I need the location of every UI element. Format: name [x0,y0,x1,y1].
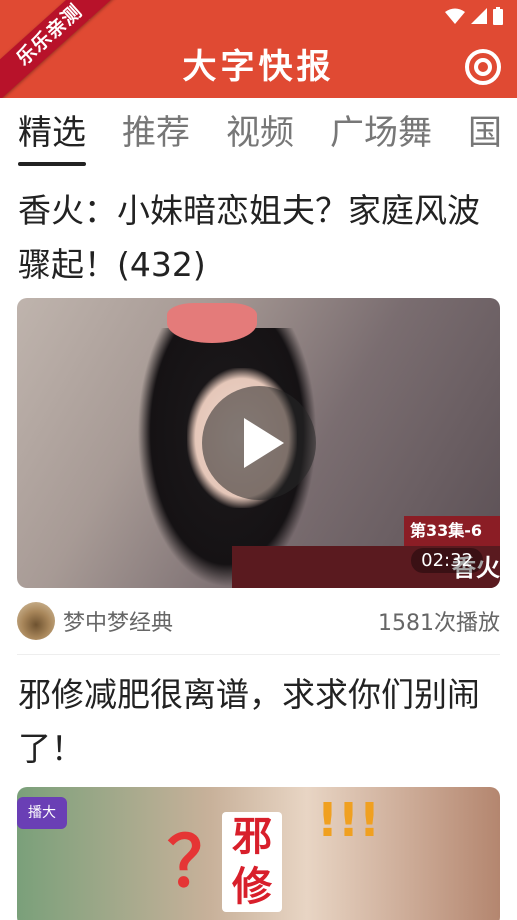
battery-icon [493,7,503,25]
video-thumbnail[interactable]: 播大 ？ 邪修 !!! [17,787,500,920]
signal-icon [471,8,487,24]
tab-featured[interactable]: 精选 [18,98,86,172]
thumbnail-hair-bow [167,303,257,343]
author-name[interactable]: 梦中梦经典 [63,605,378,637]
play-count: 1581次播放 [378,611,500,636]
divider [17,654,500,655]
article-title[interactable]: 香火：小妹暗恋姐夫？家庭风波骤起！(432) [0,172,517,292]
thumbnail-logo-badge: 播大 [17,797,67,829]
tab-square-dance[interactable]: 广场舞 [330,98,432,172]
app-title: 大字快报 [182,47,335,87]
video-thumbnail[interactable]: 第33集-6 香火 02:32 [17,298,500,588]
wifi-icon [445,8,465,24]
article-title[interactable]: 邪修减肥很离谱，求求你们别闹了！ [0,656,517,776]
article-meta: 梦中梦经典 1581次播放 [17,600,500,642]
status-bar-icons [445,7,503,25]
video-duration: 02:32 [411,548,483,573]
tab-national[interactable]: 国 [468,98,502,172]
category-tabs: 精选 推荐 视频 广场舞 国 [0,98,517,172]
play-icon[interactable] [202,386,316,500]
episode-badge: 第33集-6 [404,516,500,546]
article-card[interactable]: 香火：小妹暗恋姐夫？家庭风波骤起！(432) 第33集-6 香火 02:32 梦… [0,172,517,655]
article-card[interactable]: 邪修减肥很离谱，求求你们别闹了！ 播大 ？ 邪修 !!! [0,656,517,920]
author-avatar[interactable] [17,602,55,640]
target-icon [465,49,501,85]
tab-recommend[interactable]: 推荐 [122,98,190,172]
tab-video[interactable]: 视频 [226,98,294,172]
thumbnail-exclamations: !!! [317,793,380,847]
thumbnail-caption: 邪修 [222,812,282,912]
app-header: 乐乐亲测 大字快报 [0,0,517,98]
settings-button[interactable] [463,47,503,87]
